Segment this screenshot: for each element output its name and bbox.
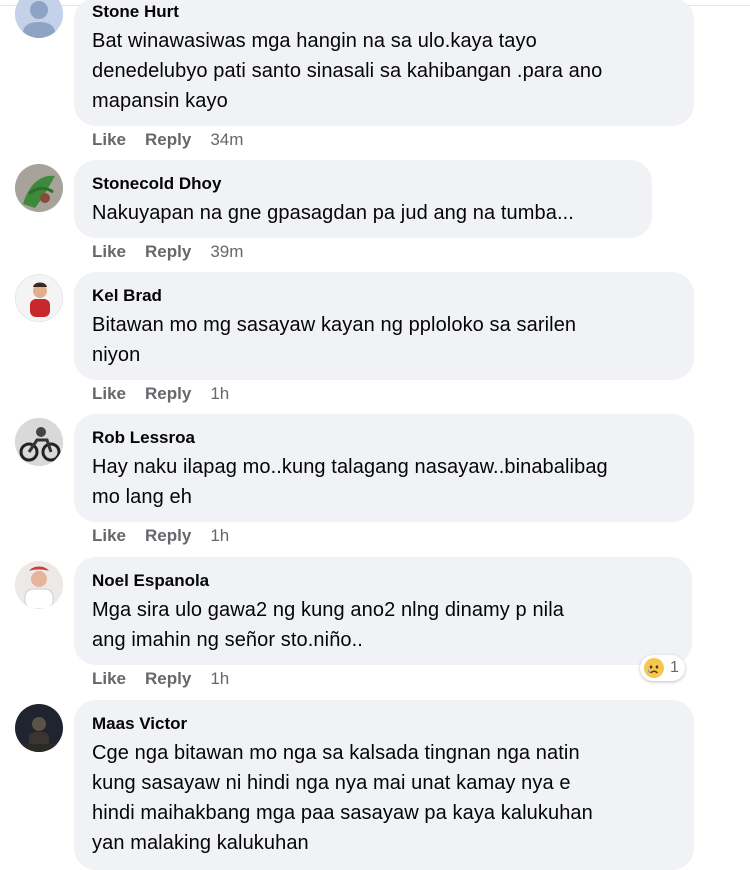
comment-timestamp[interactable]: 1h bbox=[210, 669, 229, 689]
comment-author[interactable]: Rob Lessroa bbox=[92, 428, 195, 448]
comment-bubble: Rob Lessroa Hay naku ilapag mo..kung tal… bbox=[74, 414, 694, 522]
avatar[interactable] bbox=[15, 418, 63, 466]
comment-text: Bitawan mo mg sasayaw kayan ng pploloko … bbox=[92, 314, 577, 366]
comment-text: Cge nga bitawan mo nga sa kalsada tingna… bbox=[92, 742, 593, 854]
comment-actions: Like Reply 1h bbox=[92, 384, 248, 404]
comment-timestamp[interactable]: 1h bbox=[210, 384, 229, 404]
comment-item: Maas Victor Cge nga bitawan mo nga sa ka… bbox=[0, 700, 750, 870]
avatar[interactable] bbox=[15, 561, 63, 609]
comment-author[interactable]: Noel Espanola bbox=[92, 571, 209, 591]
comment-text: Mga sira ulo gawa2 ng kung ano2 nlng din… bbox=[92, 599, 564, 651]
comment-text: Nakuyapan na gne gpasagdan pa jud ang na… bbox=[92, 202, 574, 224]
comment-item: Stonecold Dhoy Nakuyapan na gne gpasagda… bbox=[0, 160, 750, 270]
avatar[interactable] bbox=[15, 274, 63, 322]
like-button[interactable]: Like bbox=[92, 384, 126, 404]
comment-bubble: Stone Hurt Bat winawasiwas mga hangin na… bbox=[74, 0, 694, 126]
comment-timestamp[interactable]: 1h bbox=[210, 526, 229, 546]
comment-bubble: Noel Espanola Mga sira ulo gawa2 ng kung… bbox=[74, 557, 692, 665]
avatar[interactable] bbox=[15, 164, 63, 212]
comment-timestamp[interactable]: 39m bbox=[210, 242, 243, 262]
reply-button[interactable]: Reply bbox=[145, 669, 191, 689]
comment-item: Noel Espanola Mga sira ulo gawa2 ng kung… bbox=[0, 557, 750, 697]
comment-author[interactable]: Stonecold Dhoy bbox=[92, 174, 221, 194]
reaction-count: 1 bbox=[670, 659, 679, 676]
comment-actions: Like Reply 1h bbox=[92, 526, 248, 546]
comment-bubble: Stonecold Dhoy Nakuyapan na gne gpasagda… bbox=[74, 160, 652, 238]
comment-bubble: Maas Victor Cge nga bitawan mo nga sa ka… bbox=[74, 700, 694, 870]
comment-actions: Like Reply 39m bbox=[92, 242, 262, 262]
comment-timestamp[interactable]: 34m bbox=[210, 130, 243, 150]
comment-author[interactable]: Maas Victor bbox=[92, 714, 187, 734]
comment-author[interactable]: Kel Brad bbox=[92, 286, 162, 306]
like-button[interactable]: Like bbox=[92, 130, 126, 150]
reply-button[interactable]: Reply bbox=[145, 384, 191, 404]
avatar[interactable] bbox=[15, 704, 63, 752]
reply-button[interactable]: Reply bbox=[145, 526, 191, 546]
avatar[interactable] bbox=[15, 0, 63, 38]
comment-item: Rob Lessroa Hay naku ilapag mo..kung tal… bbox=[0, 414, 750, 554]
reply-button[interactable]: Reply bbox=[145, 242, 191, 262]
like-button[interactable]: Like bbox=[92, 526, 126, 546]
comment-actions: Like Reply 1h bbox=[92, 669, 248, 689]
like-button[interactable]: Like bbox=[92, 242, 126, 262]
comment-item: Stone Hurt Bat winawasiwas mga hangin na… bbox=[0, 0, 750, 155]
sad-reaction-icon bbox=[644, 658, 664, 678]
comment-text: Hay naku ilapag mo..kung talagang nasaya… bbox=[92, 456, 608, 508]
like-button[interactable]: Like bbox=[92, 669, 126, 689]
comment-item: Kel Brad Bitawan mo mg sasayaw kayan ng … bbox=[0, 272, 750, 412]
comment-bubble: Kel Brad Bitawan mo mg sasayaw kayan ng … bbox=[74, 272, 694, 380]
comment-actions: Like Reply 34m bbox=[92, 130, 262, 150]
comment-author[interactable]: Stone Hurt bbox=[92, 2, 179, 22]
reply-button[interactable]: Reply bbox=[145, 130, 191, 150]
reaction-summary[interactable]: 1 bbox=[640, 655, 685, 681]
comment-text: Bat winawasiwas mga hangin na sa ulo.kay… bbox=[92, 30, 603, 112]
